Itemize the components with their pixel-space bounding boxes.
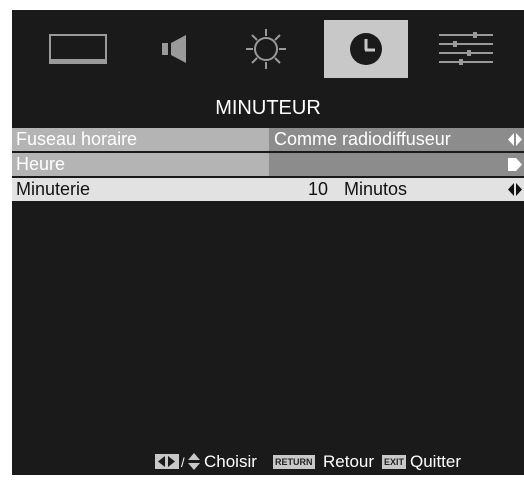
choose-hint-label: Choisir <box>204 452 257 471</box>
time-zone-value: Comme radiodiffuseur <box>274 129 451 149</box>
time-zone-value-area: Comme radiodiffuseur <box>270 128 524 151</box>
speaker-icon <box>162 35 186 63</box>
footer-hint-bar: / Choisir RETURN Retour EXIT Quitter <box>12 448 524 475</box>
menu-row-time-zone[interactable]: Fuseau horaire Comme radiodiffuseur <box>12 128 524 151</box>
menu-tab-bar <box>12 10 524 90</box>
sleep-timer-minutes: 10 <box>308 179 329 199</box>
time-value-area <box>270 153 524 176</box>
sleep-timer-label: Minuterie <box>16 179 91 199</box>
menu-row-sleep-timer[interactable]: Minuterie 10 Minutos <box>12 178 524 201</box>
return-hint-label: Retour <box>323 452 375 471</box>
menu-title: MINUTEUR <box>215 97 321 119</box>
return-key-badge: RETURN <box>273 455 315 469</box>
sleep-timer-value-area: 10 Minutos <box>270 178 524 201</box>
sleep-timer-unit: Minutos <box>344 179 408 199</box>
time-zone-label: Fuseau horaire <box>16 129 138 149</box>
left-right-arrows-icon[interactable] <box>508 133 522 146</box>
picture-icon <box>49 34 107 64</box>
tab-sound[interactable] <box>134 20 218 78</box>
exit-key-badge: EXIT <box>382 455 407 469</box>
tab-picture[interactable] <box>36 20 120 78</box>
exit-hint-label: Quitter <box>410 452 462 471</box>
sliders-icon <box>439 32 493 65</box>
svg-text:/: / <box>181 455 185 470</box>
tab-timer[interactable] <box>324 20 408 78</box>
left-right-arrows-icon[interactable] <box>508 183 522 196</box>
right-arrow-icon[interactable] <box>508 158 522 171</box>
tab-setup[interactable] <box>424 20 508 78</box>
tab-settings[interactable] <box>224 20 308 78</box>
settings-sun-icon <box>246 29 286 69</box>
menu-row-time[interactable]: Heure <box>12 153 524 176</box>
time-label: Heure <box>16 154 66 174</box>
tv-osd-menu: MINUTEUR Fuseau horaire Comme radiodiffu… <box>12 10 524 475</box>
clock-icon <box>350 33 382 65</box>
navigate-arrows-icon: / <box>155 448 203 483</box>
